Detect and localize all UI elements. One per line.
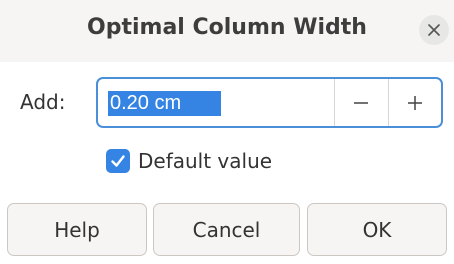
- optimal-column-width-dialog: Optimal Column Width Add: Defaul: [0, 0, 454, 264]
- checkmark-icon: [111, 155, 125, 167]
- default-value-label: Default value: [138, 149, 273, 173]
- dialog-title: Optimal Column Width: [87, 15, 367, 40]
- add-spin-field[interactable]: [96, 77, 443, 128]
- title-bar[interactable]: Optimal Column Width: [0, 0, 454, 62]
- default-value-checkbox[interactable]: [106, 149, 130, 173]
- close-button[interactable]: [419, 15, 449, 45]
- plus-icon: [408, 95, 422, 110]
- close-icon: [428, 24, 440, 36]
- minus-icon: [354, 101, 368, 104]
- cancel-button[interactable]: Cancel: [153, 203, 300, 256]
- add-value-input[interactable]: [108, 91, 221, 116]
- ok-button[interactable]: OK: [307, 203, 447, 256]
- decrement-button[interactable]: [335, 79, 387, 126]
- help-button[interactable]: Help: [7, 203, 147, 256]
- default-value-option[interactable]: Default value: [106, 148, 272, 174]
- increment-button[interactable]: [389, 79, 441, 126]
- add-label: Add:: [20, 90, 66, 114]
